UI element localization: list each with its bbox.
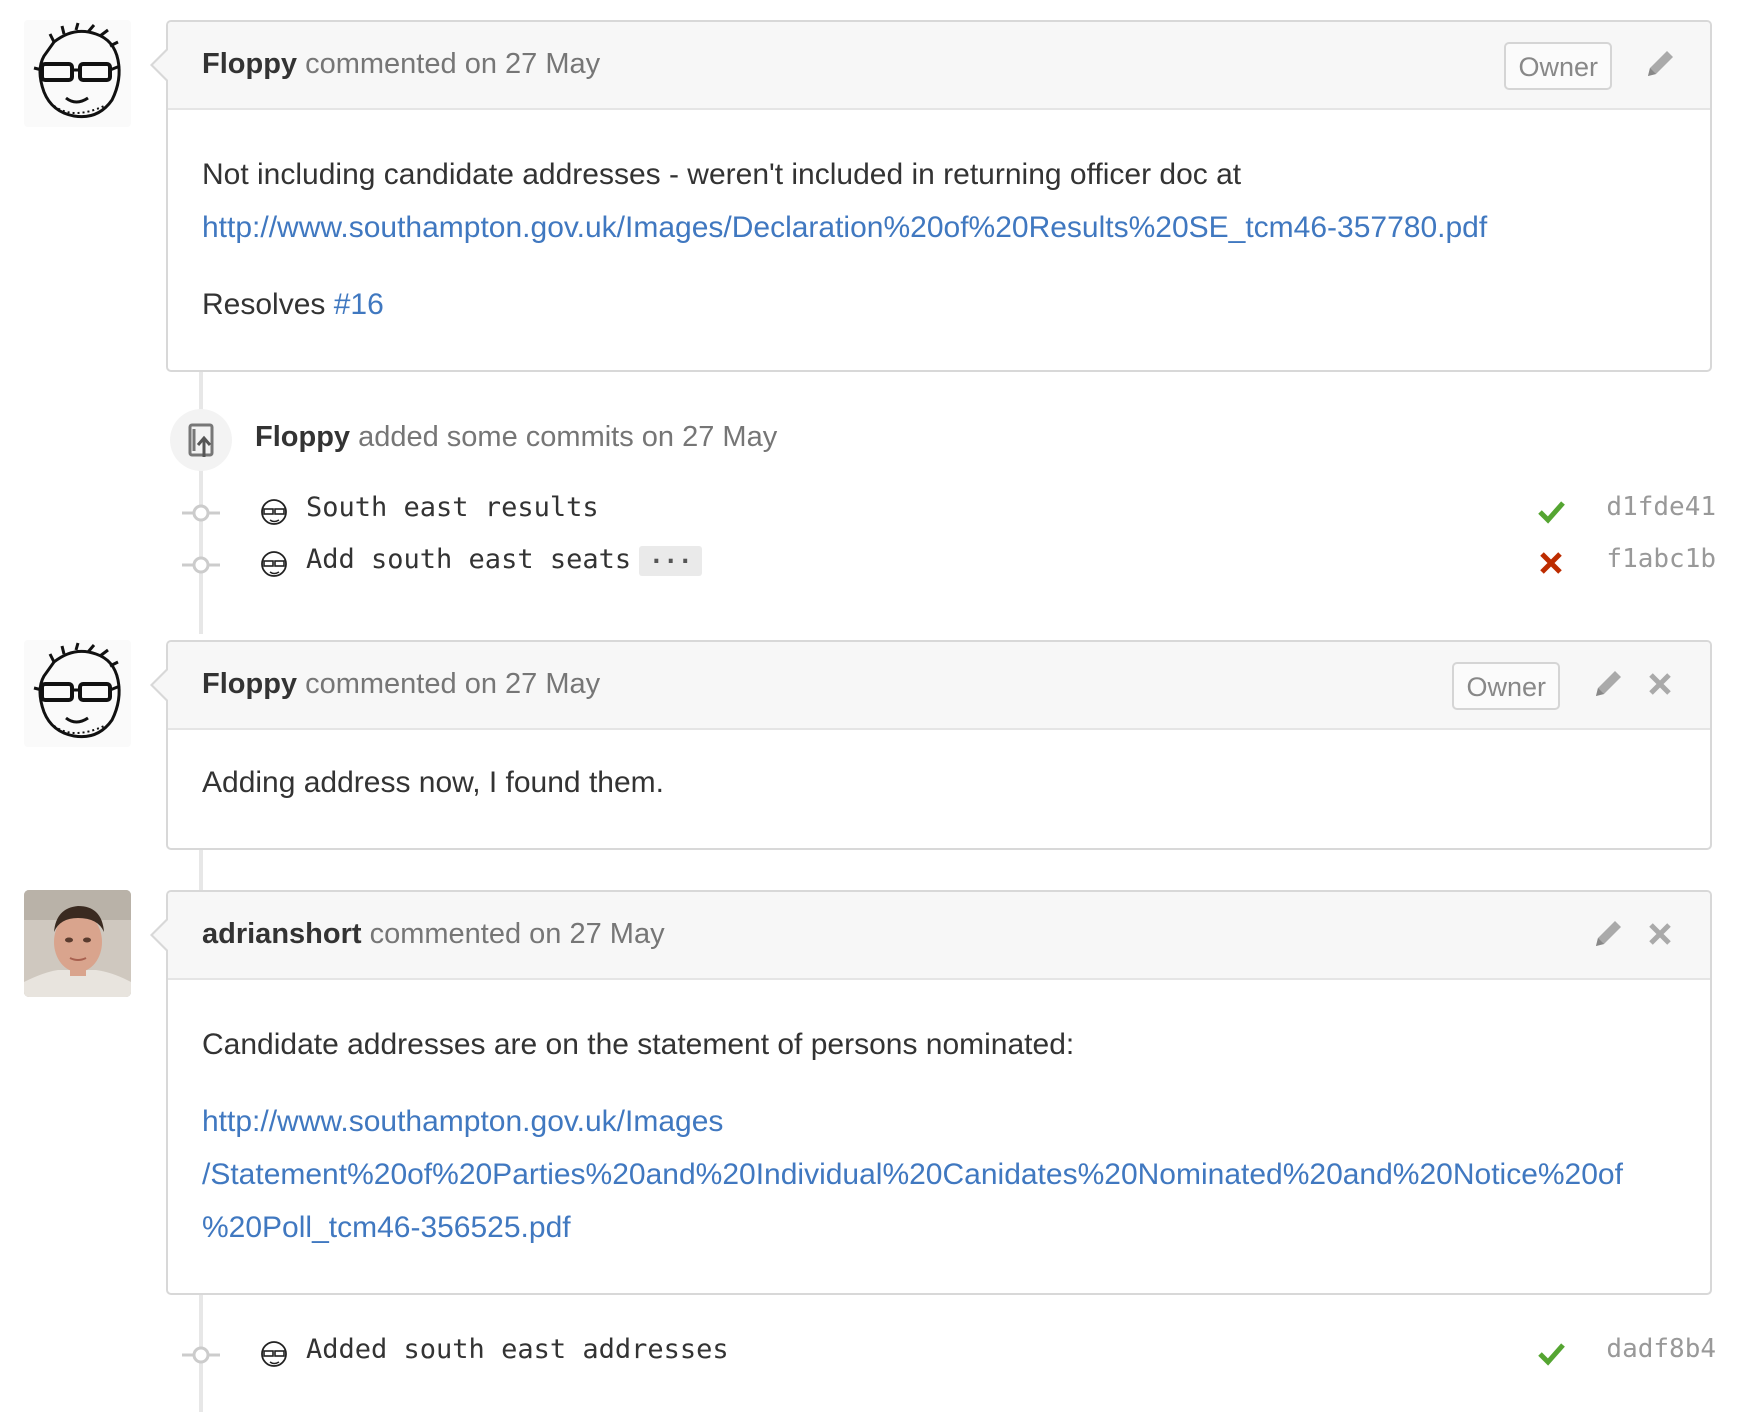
- comment-meta: adrianshort commented on 27 May: [202, 918, 665, 951]
- statement-link-part1[interactable]: http://www.southampton.gov.uk/Images: [202, 1105, 723, 1138]
- comment-action: commented: [369, 918, 522, 950]
- commit-event-description: added some commits on 27 May: [358, 421, 778, 453]
- commit-event-author[interactable]: Floppy: [255, 421, 350, 453]
- comment-meta: Floppy commented on 27 May: [202, 48, 600, 81]
- avatar-floppy[interactable]: [24, 20, 131, 127]
- comment-floppy-2: Floppy commented on 27 May Owner Adding …: [150, 640, 1712, 850]
- pencil-icon[interactable]: [1640, 44, 1680, 84]
- repo-push-icon: [170, 409, 232, 471]
- avatar-photo-image: [24, 890, 131, 997]
- commit-message-link[interactable]: Add south east seats: [306, 544, 631, 575]
- git-commit-icon: [182, 1346, 220, 1364]
- comment-author-link[interactable]: Floppy: [202, 668, 297, 700]
- comment-body: Not including candidate addresses - were…: [168, 110, 1710, 369]
- commit-message-link[interactable]: Added south east addresses: [306, 1334, 729, 1365]
- avatar-adrianshort[interactable]: [24, 890, 131, 997]
- declaration-results-link[interactable]: http://www.southampton.gov.uk/Images/Dec…: [202, 211, 1487, 244]
- x-icon[interactable]: [1536, 548, 1566, 578]
- comment-action: commented: [305, 48, 457, 80]
- statement-link-part2[interactable]: /Statement%20of%20Parties%20and%20Indivi…: [202, 1158, 1623, 1191]
- commit-row: South east results d1fde41: [180, 488, 1716, 538]
- avatar-sketch-image: [24, 640, 131, 747]
- commit-author-avatar[interactable]: [258, 496, 290, 528]
- owner-badge: Owner: [1504, 42, 1612, 90]
- comment-text: Not including candidate addresses - were…: [202, 158, 1242, 191]
- comment-date-link[interactable]: on 27 May: [465, 668, 600, 700]
- commit-event-text: Floppy added some commits on 27 May: [255, 421, 777, 454]
- commit-message-link[interactable]: South east results: [306, 492, 599, 523]
- commit-row: Add south east seats ··· f1abc1b: [180, 540, 1716, 590]
- comment-author-link[interactable]: Floppy: [202, 48, 297, 80]
- comment-header: Floppy commented on 27 May Owner: [150, 22, 1710, 110]
- avatar-sketch-image: [24, 20, 131, 127]
- comment-date-link[interactable]: on 27 May: [465, 48, 600, 80]
- pencil-icon[interactable]: [1588, 664, 1628, 704]
- timeline-line: [199, 850, 203, 890]
- close-icon[interactable]: [1640, 914, 1680, 954]
- git-commit-icon: [182, 556, 220, 574]
- comment-adrianshort: adrianshort commented on 27 May Candidat…: [150, 890, 1712, 1295]
- comment-body: Candidate addresses are on the statement…: [168, 980, 1710, 1292]
- commit-author-avatar[interactable]: [258, 1338, 290, 1370]
- owner-badge: Owner: [1452, 662, 1560, 710]
- comment-text: Candidate addresses are on the statement…: [202, 1028, 1075, 1061]
- comment-meta: Floppy commented on 27 May: [202, 668, 600, 701]
- comment-author-link[interactable]: adrianshort: [202, 918, 362, 950]
- commit-sha-link[interactable]: f1abc1b: [1606, 544, 1716, 574]
- avatar-floppy[interactable]: [24, 640, 131, 747]
- comment-text: Adding address now, I found them.: [202, 766, 664, 799]
- issue-link[interactable]: #16: [334, 288, 384, 321]
- resolves-text: Resolves: [202, 288, 326, 321]
- comment-date-link[interactable]: on 27 May: [529, 918, 664, 950]
- statement-link-part3[interactable]: %20Poll_tcm46-356525.pdf: [202, 1211, 571, 1244]
- comment-body: Adding address now, I found them.: [168, 730, 1710, 847]
- commit-sha-link[interactable]: dadf8b4: [1606, 1334, 1716, 1364]
- expand-commit-button[interactable]: ···: [639, 545, 703, 576]
- pencil-icon[interactable]: [1588, 914, 1628, 954]
- commit-message: Add south east seats ···: [306, 544, 703, 576]
- comment-header: Floppy commented on 27 May Owner: [150, 642, 1710, 730]
- commit-sha-link[interactable]: d1fde41: [1606, 492, 1716, 522]
- commit-row: Added south east addresses dadf8b4: [180, 1330, 1716, 1380]
- close-icon[interactable]: [1640, 664, 1680, 704]
- check-icon[interactable]: [1536, 1338, 1566, 1368]
- check-icon[interactable]: [1536, 496, 1566, 526]
- commit-author-avatar[interactable]: [258, 548, 290, 580]
- comment-action: commented: [305, 668, 457, 700]
- comment-floppy-1: Floppy commented on 27 May Owner Not inc…: [150, 20, 1712, 372]
- git-commit-icon: [182, 504, 220, 522]
- comment-header: adrianshort commented on 27 May: [150, 892, 1710, 980]
